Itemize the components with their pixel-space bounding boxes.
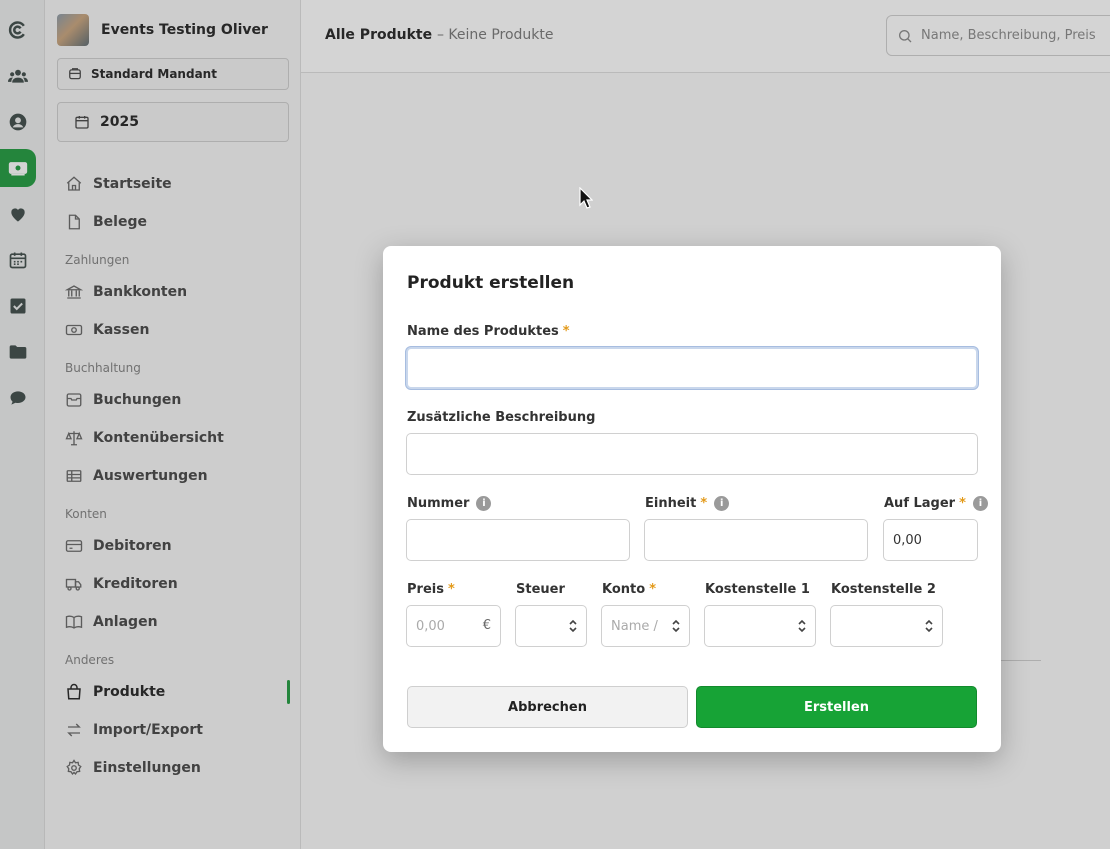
required-mark: *: [959, 496, 966, 511]
unit-label: Einheit * i: [645, 496, 730, 511]
cost-center-2-label: Kostenstelle 2: [831, 582, 936, 597]
mouse-cursor-icon: [579, 187, 593, 209]
account-placeholder: Name /: [611, 618, 658, 634]
stock-label: Auf Lager * i: [884, 496, 988, 511]
chevron-updown-icon: [798, 619, 806, 633]
tax-select[interactable]: [515, 605, 587, 647]
required-mark: *: [649, 582, 656, 597]
chevron-updown-icon: [925, 619, 933, 633]
required-mark: *: [562, 324, 570, 339]
create-button[interactable]: Erstellen: [696, 686, 977, 728]
cost-center-1-select[interactable]: [704, 605, 816, 647]
account-select[interactable]: Name /: [601, 605, 690, 647]
price-input[interactable]: 0,00 €: [406, 605, 501, 647]
dialog-title: Produkt erstellen: [407, 273, 575, 293]
cost-center-2-select[interactable]: [830, 605, 943, 647]
product-name-label: Name des Produktes *: [407, 324, 570, 339]
description-label: Zusätzliche Beschreibung: [407, 410, 596, 425]
required-mark: *: [700, 496, 708, 511]
description-input[interactable]: [406, 433, 978, 475]
info-icon[interactable]: i: [972, 496, 988, 511]
label-text: Preis: [407, 582, 444, 597]
label-text: Nummer: [407, 496, 470, 511]
chevron-updown-icon: [569, 619, 577, 633]
label-text: Konto: [602, 582, 646, 597]
stock-input[interactable]: [883, 519, 978, 561]
product-name-input[interactable]: [406, 347, 978, 389]
number-input[interactable]: [406, 519, 630, 561]
currency-symbol: €: [482, 618, 491, 633]
label-text: Auf Lager: [884, 496, 956, 511]
label-text: Einheit: [645, 496, 697, 511]
tax-label: Steuer: [516, 582, 565, 597]
unit-input[interactable]: [644, 519, 868, 561]
info-icon[interactable]: i: [476, 496, 492, 511]
price-label: Preis *: [407, 582, 455, 597]
label-text: Name des Produktes: [407, 324, 559, 339]
required-mark: *: [447, 582, 455, 597]
cost-center-1-label: Kostenstelle 1: [705, 582, 810, 597]
price-placeholder: 0,00: [416, 618, 445, 634]
chevron-updown-icon: [672, 619, 680, 633]
account-label: Konto *: [602, 582, 656, 597]
info-icon[interactable]: i: [714, 496, 730, 511]
cancel-button[interactable]: Abbrechen: [407, 686, 688, 728]
number-label: Nummer i: [407, 496, 492, 511]
create-product-dialog: Produkt erstellen Name des Produktes * Z…: [383, 246, 1001, 752]
